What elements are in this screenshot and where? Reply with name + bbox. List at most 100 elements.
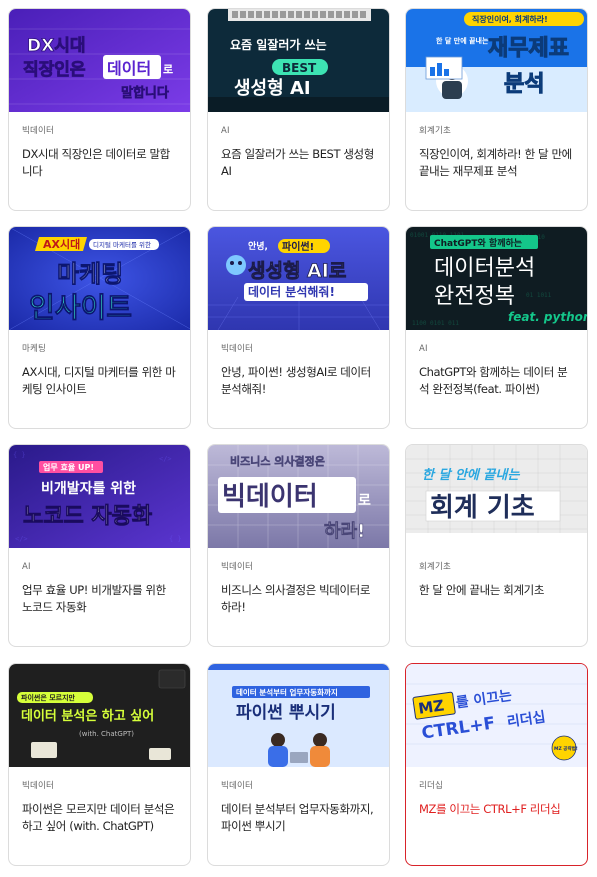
thumb-text: feat. python [508,310,587,324]
thumbnail-art: 01001 0110 11010101 110 1100 0101 01101 … [406,227,587,330]
thumb-text: 빅데이터 [222,482,318,512]
thumb-text: 파이썬! [282,240,314,253]
thumb-text: 요즘 일잘러가 쓰는 [230,37,327,52]
course-thumbnail[interactable]: 안녕, 파이썬! 생성형 AI로 데이터 분석해줘! [208,227,389,330]
thumb-text: 비개발자를 위한 [41,480,136,497]
course-category: AI [22,562,31,572]
course-card[interactable]: 데이터 분석부터 업무자동화까지 파이썬 뿌시기 빅데이터 데이터 분석부터 업… [207,663,390,866]
course-thumbnail[interactable]: 비즈니스 의사결정은 빅데이터 로 하라! [208,445,389,548]
course-card[interactable]: AX시대 디지털 마케터를 위한 마케팅 인사이트 마케팅 AX시대, 디지털 … [8,226,191,429]
thumb-text: 비즈니스 의사결정은 [230,454,325,468]
course-thumbnail[interactable]: 데이터 분석부터 업무자동화까지 파이썬 뿌시기 [208,664,389,767]
course-card[interactable]: 비즈니스 의사결정은 빅데이터 로 하라! 빅데이터 비즈니스 의사결정은 빅데… [207,444,390,647]
course-thumbnail[interactable]: DX시대 직장인은 데이터 로 말합니다 [9,9,190,112]
thumbnail-art: 파이썬은 모르지만 데이터 분석은 하고 싶어 (with. ChatGPT) [9,664,190,767]
course-title[interactable]: MZ를 이끄는 CTRL+F 리더십 [419,801,575,818]
thumb-text: MZ 공략법! [554,745,578,752]
thumb-text: MZ [417,696,445,717]
course-info: 회계기초 직장인이여, 회계하라! 한 달 만에 끝내는 재무제표 분석 [406,112,587,210]
course-thumbnail[interactable]: 01001 0110 11010101 110 1100 0101 01101 … [406,227,587,330]
course-info: 빅데이터 DX시대 직장인은 데이터로 말합니다 [9,112,190,210]
course-card-active[interactable]: MZ 를 이끄는 CTRL+F 리더십 MZ 공략법! 리더십 MZ를 이끄는 … [405,663,588,866]
thumb-text: 파이썬은 모르지만 [21,693,76,702]
svg-text:{ }: { } [169,535,182,543]
thumb-text: 파이썬 뿌시기 [236,703,336,723]
thumb-text: 한 달 안에 끝내는 [422,467,520,483]
course-title[interactable]: 비즈니스 의사결정은 빅데이터로 하라! [221,582,377,616]
course-info: 회계기초 한 달 안에 끝내는 회계기초 [406,548,587,646]
thumbnail-art: DX시대 직장인은 데이터 로 말합니다 [9,9,190,112]
thumbnail-art: 직장인이여, 회계하라! 한 달 만에 끝내는 재무제표 분석 [406,9,587,112]
thumb-text: 회계 기초 [430,493,535,523]
course-title[interactable]: 요즘 일잘러가 쓰는 BEST 생성형 AI [221,146,377,180]
course-category: AI [221,126,230,136]
thumb-text: 노코드 자동화 [23,504,152,529]
course-card[interactable]: { } </>{ } </> 업무 효율 UP! 비개발자를 위한 노코드 자동화 … [8,444,191,647]
course-thumbnail[interactable]: { } </> { } </> 업무 효율 UP! 비개발자를 위한 노코드 자동화 [9,445,190,548]
thumb-text: 재무제표 [488,36,569,61]
course-category: 리더십 [419,781,444,791]
course-info: 빅데이터 안녕, 파이썬! 생성형AI로 데이터 분석해줘! [208,330,389,428]
course-thumbnail[interactable]: 한 달 안에 끝내는 회계 기초 [406,445,587,548]
thumb-text: 업무 효율 UP! [43,462,94,472]
course-info: AI 업무 효율 UP! 비개발자를 위한 노코드 자동화 [9,548,190,646]
thumb-text: 하라! [324,521,365,542]
course-card[interactable]: 한 달 안에 끝내는 회계 기초 회계기초 한 달 안에 끝내는 회계기초 [405,444,588,647]
course-category: 빅데이터 [22,781,55,791]
course-title[interactable]: 안녕, 파이썬! 생성형AI로 데이터 분석해줘! [221,364,377,398]
thumb-text: AX시대 [43,237,80,251]
course-title[interactable]: DX시대 직장인은 데이터로 말합니다 [22,146,178,180]
thumb-text: 마케팅 [57,260,123,288]
course-category: 회계기초 [419,562,452,572]
thumb-text: 디지털 마케터를 위한 [93,240,151,249]
thumb-text: DX시대 [27,36,86,56]
thumb-text: ChatGPT와 함께하는 [434,237,522,249]
thumbnail-art: 비즈니스 의사결정은 빅데이터 로 하라! [208,445,389,548]
svg-text:</>: </> [159,455,172,463]
course-category: AI [419,344,428,354]
thumbnail-art: 데이터 분석부터 업무자동화까지 파이썬 뿌시기 [208,664,389,767]
course-info: AI ChatGPT와 함께하는 데이터 분석 완전정복(feat. 파이썬) [406,330,587,428]
thumb-text: 로 [358,493,371,509]
thumb-text: 생성형 AI로 [248,260,346,282]
thumb-text: 말합니다 [121,85,169,101]
course-info: AI 요즘 일잘러가 쓰는 BEST 생성형 AI [208,112,389,210]
course-card[interactable]: 안녕, 파이썬! 생성형 AI로 데이터 분석해줘! 빅데이터 안녕, 파이썬!… [207,226,390,429]
course-title[interactable]: 업무 효율 UP! 비개발자를 위한 노코드 자동화 [22,582,178,616]
thumb-text: 인사이트 [29,291,132,324]
svg-text:</>: </> [15,535,28,543]
course-thumbnail[interactable]: 요즘 일잘러가 쓰는 BEST 생성형 AI [208,9,389,112]
course-card[interactable]: 직장인이여, 회계하라! 한 달 만에 끝내는 재무제표 분석 회계기초 직장인… [405,8,588,211]
course-thumbnail[interactable]: AX시대 디지털 마케터를 위한 마케팅 인사이트 [9,227,190,330]
thumb-text: 데이터 [107,59,151,78]
svg-text:1100 0101 011: 1100 0101 011 [412,320,459,327]
course-card[interactable]: DX시대 직장인은 데이터 로 말합니다 빅데이터 DX시대 직장인은 데이터로… [8,8,191,211]
course-title[interactable]: 한 달 안에 끝내는 회계기초 [419,582,575,599]
course-title[interactable]: ChatGPT와 함께하는 데이터 분석 완전정복(feat. 파이썬) [419,364,575,398]
thumb-text: 데이터 분석해줘! [248,284,335,299]
thumb-text: (with. ChatGPT) [79,730,134,738]
course-category: 마케팅 [22,344,47,354]
course-thumbnail[interactable]: 파이썬은 모르지만 데이터 분석은 하고 싶어 (with. ChatGPT) [9,664,190,767]
thumb-text: 생성형 AI [234,78,311,99]
course-category: 빅데이터 [221,781,254,791]
course-info: 리더십 MZ를 이끄는 CTRL+F 리더십 [406,767,587,865]
course-grid: DX시대 직장인은 데이터 로 말합니다 빅데이터 DX시대 직장인은 데이터로… [8,8,589,870]
svg-text:01 1011: 01 1011 [526,292,552,299]
course-thumbnail[interactable]: 직장인이여, 회계하라! 한 달 만에 끝내는 재무제표 분석 [406,9,587,112]
course-thumbnail[interactable]: MZ 를 이끄는 CTRL+F 리더십 MZ 공략법! [406,664,587,767]
course-card[interactable]: 요즘 일잘러가 쓰는 BEST 생성형 AI AI 요즘 일잘러가 쓰는 BES… [207,8,390,211]
course-title[interactable]: 데이터 분석부터 업무자동화까지, 파이썬 뿌시기 [221,801,377,835]
course-card[interactable]: 01001 0110 11010101 110 1100 0101 01101 … [405,226,588,429]
thumb-text: BEST [282,61,317,75]
thumb-text: 로 [163,63,173,76]
course-title[interactable]: 직장인이여, 회계하라! 한 달 만에 끝내는 재무제표 분석 [419,146,575,180]
course-category: 빅데이터 [22,126,55,136]
course-category: 회계기초 [419,126,452,136]
thumb-text: 한 달 만에 끝내는 [436,36,489,45]
course-title[interactable]: 파이썬은 모르지만 데이터 분석은 하고 싶어 (with. ChatGPT) [22,801,178,835]
course-title[interactable]: AX시대, 디지털 마케터를 위한 마케팅 인사이트 [22,364,178,398]
course-category: 빅데이터 [221,562,254,572]
course-card[interactable]: 파이썬은 모르지만 데이터 분석은 하고 싶어 (with. ChatGPT) … [8,663,191,866]
course-category: 빅데이터 [221,344,254,354]
